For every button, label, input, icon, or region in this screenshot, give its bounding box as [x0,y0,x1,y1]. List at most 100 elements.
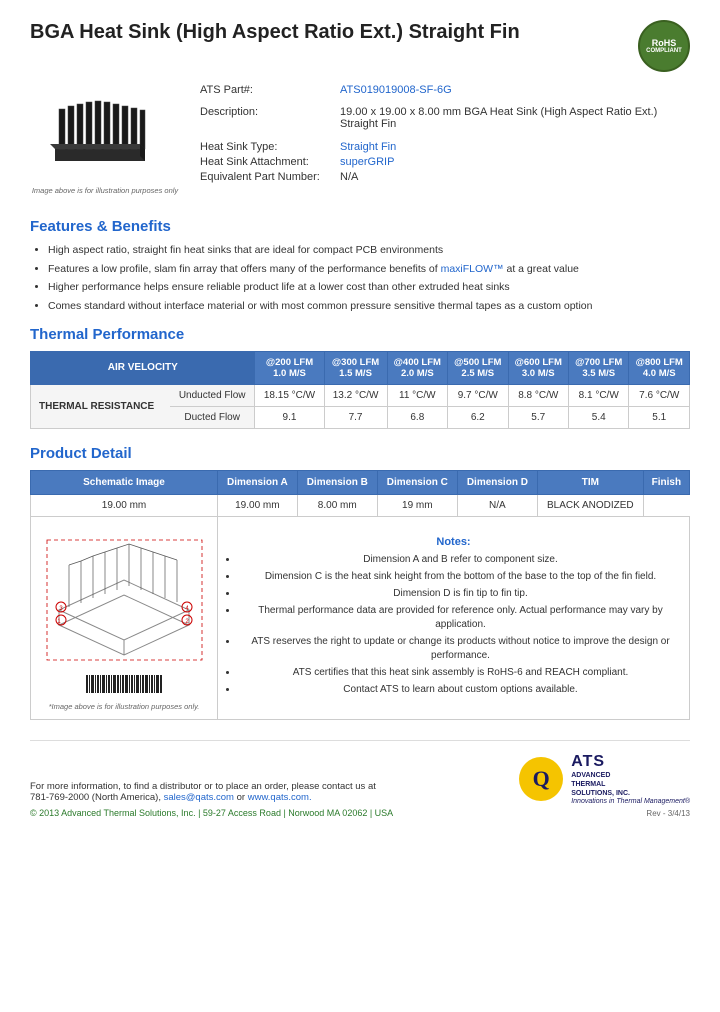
rohs-badge: RoHS COMPLIANT [638,20,690,72]
image-note: Image above is for illustration purposes… [32,186,178,195]
unducted-label: Unducted Flow [170,384,255,406]
dim-d-value: 19 mm [377,494,457,516]
schematic-notes-row: 1 2 3 4 [31,516,690,719]
dim-a-header: Dimension A [218,470,298,494]
unducted-val-7: 7.6 °C/W [629,384,690,406]
description-value: 19.00 x 19.00 x 8.00 mm BGA Heat Sink (H… [340,106,690,130]
equivalent-part-label: Equivalent Part Number: [200,171,340,183]
list-item: Comes standard without interface materia… [48,299,690,314]
ats-logo: Q ATS ADVANCED THERMAL SOLUTIONS, INC. I… [519,753,690,805]
footer-left: For more information, to find a distribu… [30,781,393,818]
tim-header: TIM [537,470,643,494]
schematic-header: Schematic Image [31,470,218,494]
ats-logo-text: ATS ADVANCED THERMAL SOLUTIONS, INC. Inn… [571,753,690,805]
rohs-compliant-text: COMPLIANT [646,48,682,54]
unducted-val-5: 8.8 °C/W [508,384,568,406]
col5-header: @600 LFM3.0 M/S [508,351,568,384]
barcode-image [84,673,164,698]
ats-full-name-3: SOLUTIONS, INC. [571,789,690,798]
heat-sink-type-row: Heat Sink Type: Straight Fin [200,141,690,153]
ducted-val-4: 6.2 [448,406,508,428]
col6-header: @700 LFM3.5 M/S [568,351,628,384]
product-detail-table: Schematic Image Dimension A Dimension B … [30,470,690,720]
heat-sink-type-label: Heat Sink Type: [200,141,340,153]
footer-website[interactable]: www.qats.com. [248,792,312,803]
part-number-label: ATS Part#: [200,84,340,96]
product-image-box: Image above is for illustration purposes… [30,84,180,204]
part-number-row: ATS Part#: ATS019019008-SF-6G [200,84,690,96]
heat-sink-type-value: Straight Fin [340,141,396,153]
ats-full-name-2: THERMAL [571,780,690,789]
schematic-cell: 1 2 3 4 [31,516,218,719]
footer-email[interactable]: sales@qats.com [164,792,234,803]
list-item: High aspect ratio, straight fin heat sin… [48,243,690,258]
description-label: Description: [200,106,340,118]
ducted-val-1: 9.1 [255,406,324,428]
note-item: Dimension A and B refer to component siz… [238,553,683,567]
ducted-val-7: 5.1 [629,406,690,428]
svg-text:3: 3 [59,606,63,612]
ats-tagline: Innovations in Thermal Management® [571,798,690,805]
dim-b-value: 19.00 mm [218,494,298,516]
heatsink-image [45,94,165,182]
ats-name: ATS [571,753,690,771]
unducted-val-4: 9.7 °C/W [448,384,508,406]
col2-header: @300 LFM1.5 M/S [324,351,387,384]
product-detail-heading: Product Detail [30,445,690,462]
note-item: Dimension C is the heat sink height from… [238,570,683,584]
note-item: ATS certifies that this heat sink assemb… [238,666,683,680]
unducted-row: THERMAL RESISTANCE Unducted Flow 18.15 °… [31,384,690,406]
footer-copyright: © 2013 Advanced Thermal Solutions, Inc. … [30,808,393,818]
notes-cell: Notes: Dimension A and B refer to compon… [218,516,690,719]
heat-sink-attachment-label: Heat Sink Attachment: [200,156,340,168]
thermal-section: Thermal Performance AIR VELOCITY @200 LF… [30,326,690,429]
ducted-val-5: 5.7 [508,406,568,428]
dim-c-value: 8.00 mm [297,494,377,516]
page: BGA Heat Sink (High Aspect Ratio Ext.) S… [0,0,720,1012]
ats-logo-circle: Q [519,757,563,801]
ducted-label: Ducted Flow [170,406,255,428]
notes-list: Dimension A and B refer to component siz… [238,553,683,697]
list-item: Higher performance helps ensure reliable… [48,280,690,295]
dim-b-header: Dimension B [297,470,377,494]
description-row: Description: 19.00 x 19.00 x 8.00 mm BGA… [200,106,690,130]
feature-text-2a: Features a low profile, slam fin array t… [48,263,441,275]
page-title: BGA Heat Sink (High Aspect Ratio Ext.) S… [30,20,520,44]
header-section: BGA Heat Sink (High Aspect Ratio Ext.) S… [30,20,690,72]
product-detail-section: Product Detail Schematic Image Dimension… [30,445,690,720]
rohs-text: RoHS [652,38,677,48]
col1-header: @200 LFM1.0 M/S [255,351,324,384]
features-heading: Features & Benefits [30,218,690,235]
note-item: Contact ATS to learn about custom option… [238,683,683,697]
product-title: BGA Heat Sink (High Aspect Ratio Ext.) S… [30,20,520,44]
dim-d-header: Dimension D [457,470,537,494]
finish-value: BLACK ANODIZED [537,494,643,516]
ats-circle-letter: Q [533,766,550,792]
note-item: ATS reserves the right to update or chan… [238,635,683,663]
part-number-value: ATS019019008-SF-6G [340,84,452,96]
notes-title: Notes: [224,536,683,548]
ats-full-name-1: ADVANCED [571,771,690,780]
footer-contact-text: For more information, to find a distribu… [30,781,376,792]
unducted-val-1: 18.15 °C/W [255,384,324,406]
product-info-area: Image above is for illustration purposes… [30,84,690,204]
footer-section: For more information, to find a distribu… [30,740,690,818]
col3-header: @400 LFM2.0 M/S [387,351,447,384]
footer-phone: 781-769-2000 (North America), [30,792,161,803]
note-item: Dimension D is fin tip to fin tip. [238,587,683,601]
thermal-heading: Thermal Performance [30,326,690,343]
thermal-resistance-label: THERMAL RESISTANCE [31,384,170,428]
ducted-val-6: 5.4 [568,406,628,428]
unducted-val-2: 13.2 °C/W [324,384,387,406]
air-velocity-header: AIR VELOCITY [31,351,255,384]
copyright-text: © 2013 Advanced Thermal Solutions, Inc. … [30,808,393,818]
schematic-image: 1 2 3 4 [39,525,209,670]
product-detail-header-row: Schematic Image Dimension A Dimension B … [31,470,690,494]
equivalent-part-row: Equivalent Part Number: N/A [200,171,690,183]
unducted-val-3: 11 °C/W [387,384,447,406]
product-detail-values-row: 19.00 mm 19.00 mm 8.00 mm 19 mm N/A BLAC… [31,494,690,516]
col7-header: @800 LFM4.0 M/S [629,351,690,384]
features-section: Features & Benefits High aspect ratio, s… [30,218,690,314]
dim-a-value: 19.00 mm [31,494,218,516]
maxiflow-link: maxiFLOW™ [441,263,504,275]
